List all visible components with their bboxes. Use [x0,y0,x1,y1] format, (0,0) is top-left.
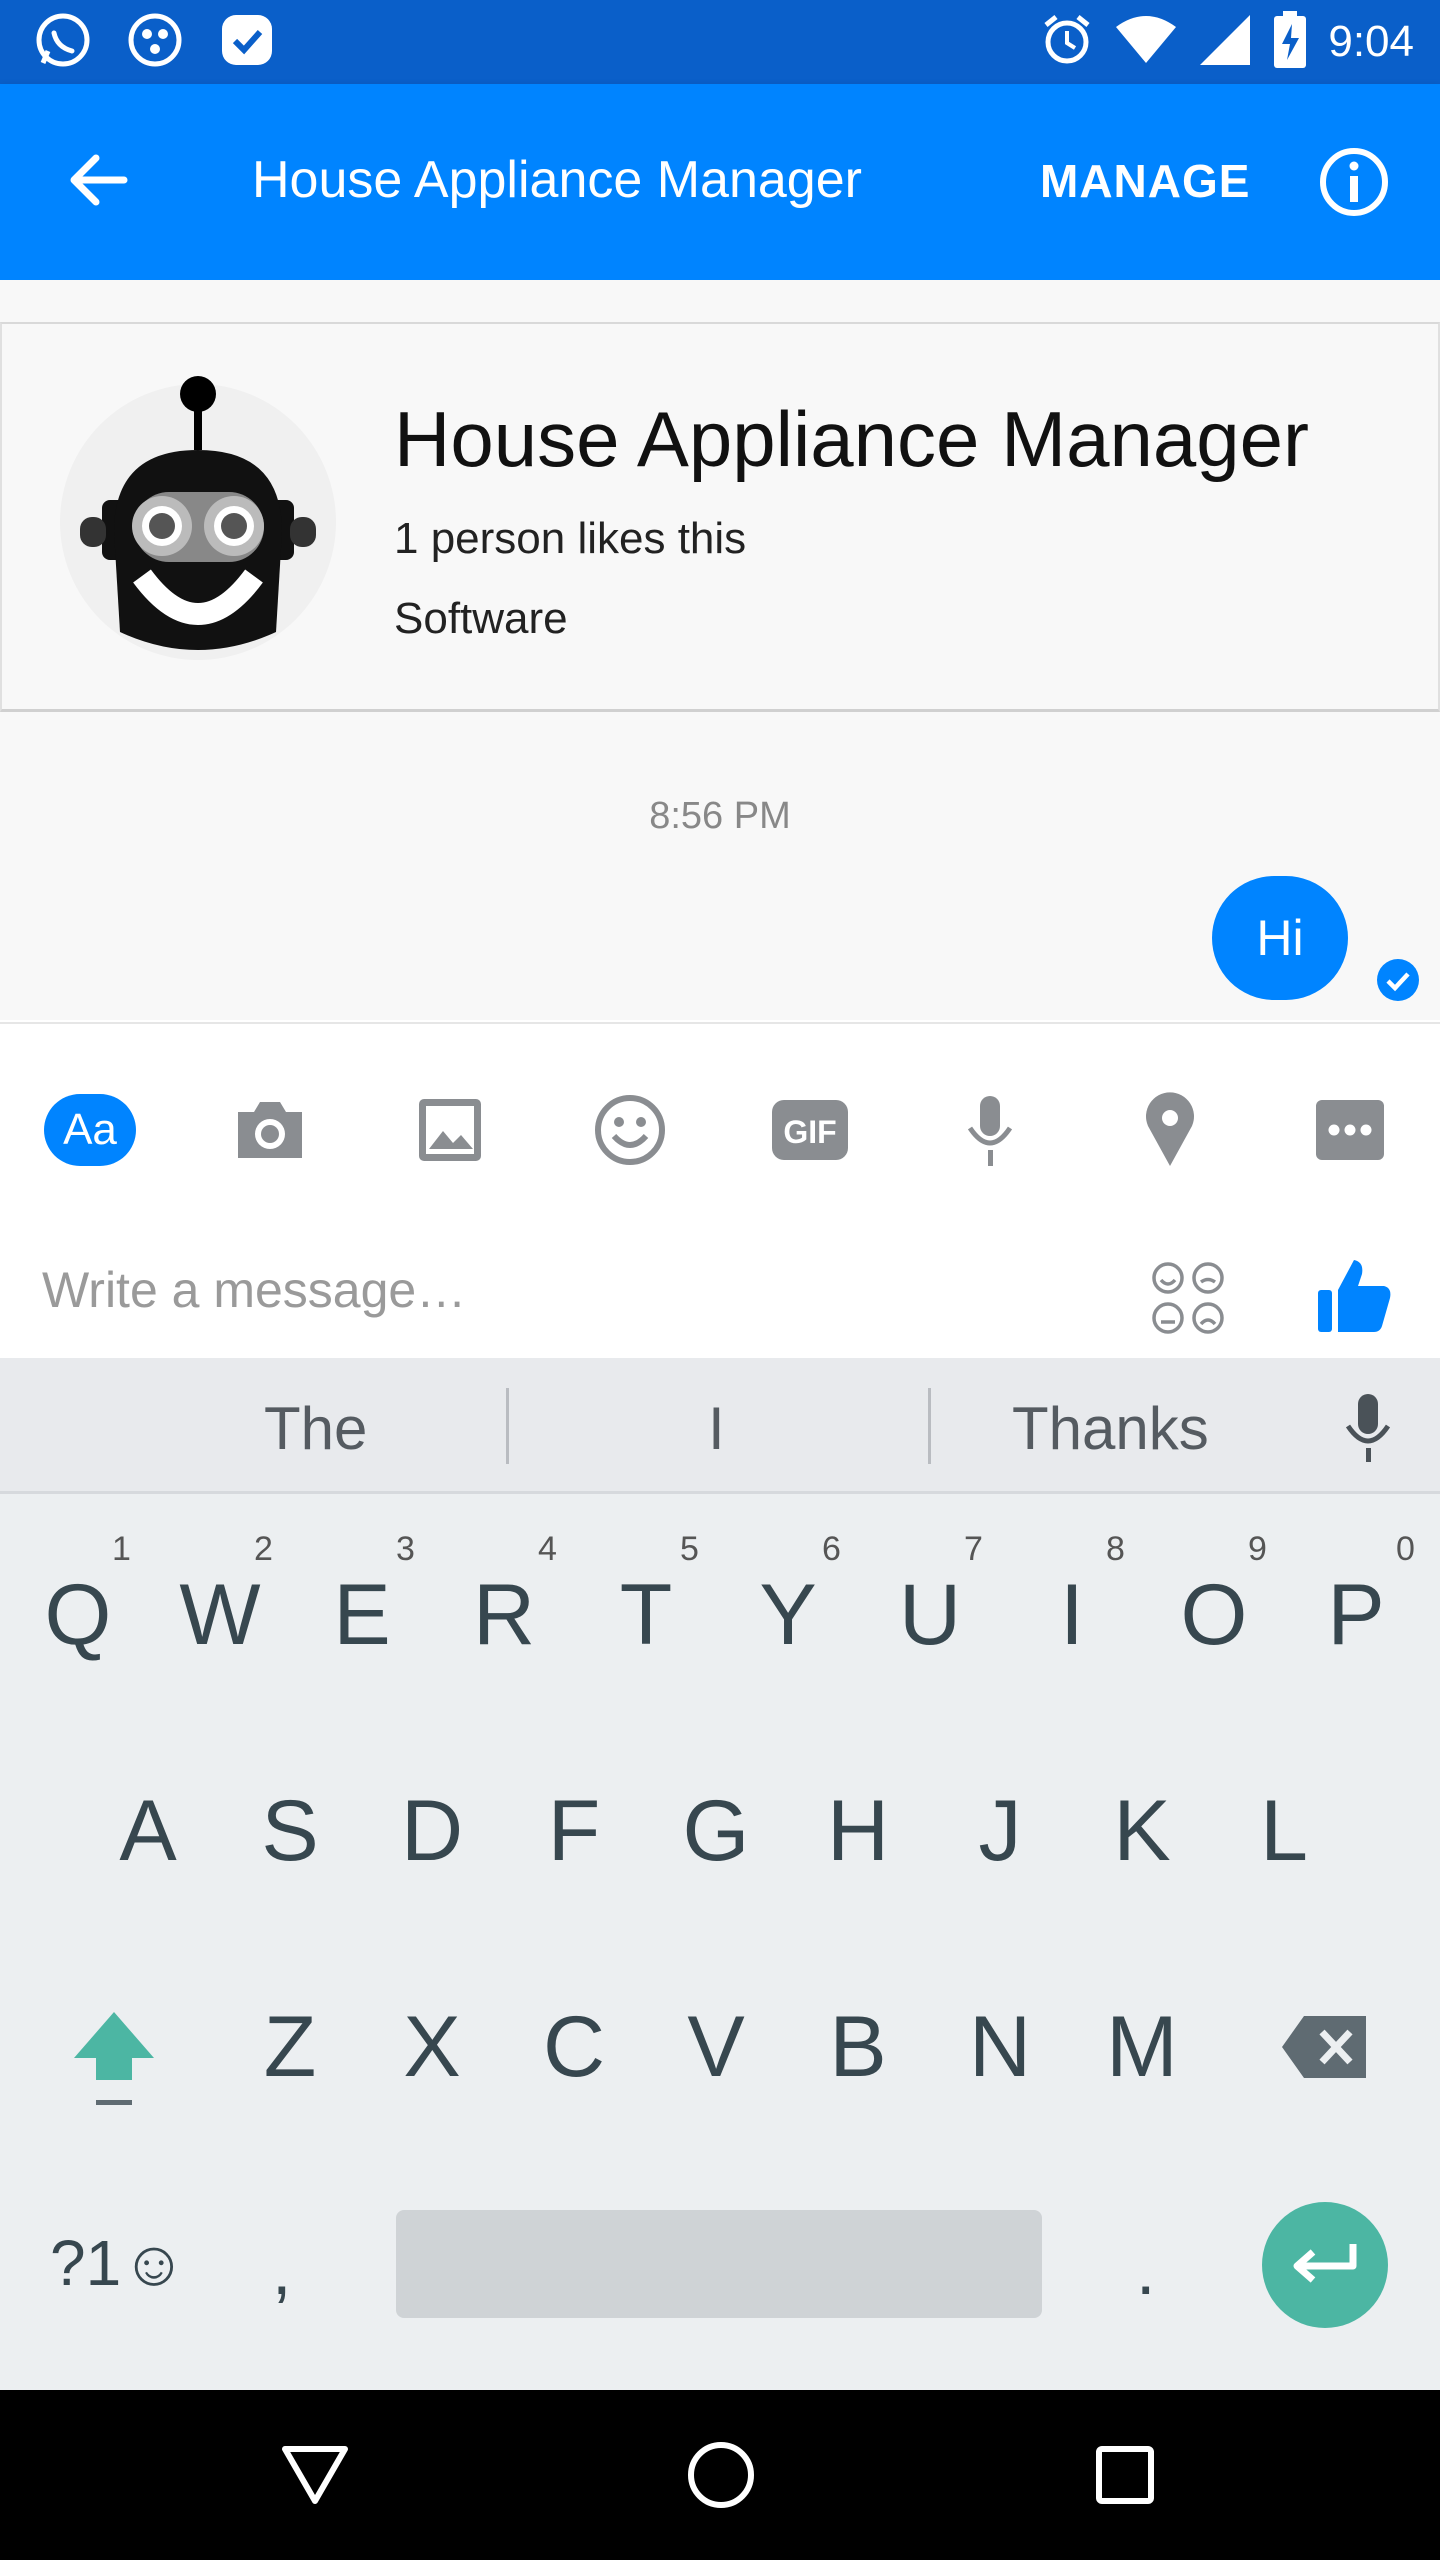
key-y[interactable]: Y [728,1566,848,1665]
message-timestamp: 8:56 PM [649,795,791,837]
divider [506,1388,509,1464]
recents-square-icon[interactable] [1080,2430,1170,2520]
emoji-icon[interactable] [582,1090,678,1170]
key-k[interactable]: K [1082,1782,1202,1881]
key-g[interactable]: G [656,1782,776,1881]
message-bubble[interactable]: Hi [1212,876,1348,1000]
key-o[interactable]: O [1154,1566,1274,1665]
key-w[interactable]: W [160,1566,280,1665]
key-x[interactable]: X [372,1998,492,2097]
key-a[interactable]: A [88,1782,208,1881]
aa-label: Aa [63,1105,117,1154]
conversation-area: House Appliance Manager 1 person likes t… [0,280,1440,1020]
key-u[interactable]: U [870,1566,990,1665]
symbols-key[interactable]: ?1☺ [50,2226,187,2300]
key-hint: 0 [1396,1530,1415,1568]
key-b[interactable]: B [798,1998,918,2097]
gif-label: GIF [783,1114,836,1150]
key-hint: 9 [1248,1530,1267,1568]
signal-icon [1198,13,1252,71]
backspace-icon[interactable] [1280,2014,1370,2084]
location-pin-icon[interactable] [1122,1090,1218,1170]
key-hint: 5 [680,1530,699,1568]
key-i[interactable]: I [1012,1566,1132,1665]
back-triangle-icon[interactable] [270,2430,360,2520]
page-info-card[interactable]: House Appliance Manager 1 person likes t… [0,322,1440,712]
tasks-app-icon [218,11,276,73]
key-z[interactable]: Z [230,1998,350,2097]
status-time: 9:04 [1328,17,1414,66]
key-hint: 1 [112,1530,131,1568]
app-bar-title: House Appliance Manager [252,151,862,209]
page-likes: 1 person likes this [394,514,747,563]
alarm-icon [1040,13,1094,71]
key-hint: 7 [964,1530,983,1568]
message-input-row [0,1220,1440,1360]
composer-toolbar: Aa GIF [0,1064,1440,1196]
space-bar[interactable] [396,2210,1042,2318]
gif-icon[interactable]: GIF [762,1090,858,1170]
home-circle-icon[interactable] [676,2430,766,2520]
period-key[interactable]: . [1136,2230,1155,2310]
enter-button[interactable] [1262,2202,1388,2328]
thumbs-up-icon[interactable] [1316,1256,1392,1340]
key-p[interactable]: P [1296,1566,1416,1665]
key-f[interactable]: F [514,1782,634,1881]
battery-charging-icon [1272,10,1308,74]
message-input[interactable] [42,1250,1092,1330]
key-n[interactable]: N [940,1998,1060,2097]
stickers-icon[interactable] [1150,1260,1226,1340]
shift-icon[interactable] [66,2006,162,2114]
key-c[interactable]: C [514,1998,634,2097]
key-m[interactable]: M [1082,1998,1202,2097]
key-hint: 4 [538,1530,557,1568]
aa-text-icon[interactable]: Aa [42,1090,138,1170]
more-icon[interactable] [1302,1090,1398,1170]
key-r[interactable]: R [444,1566,564,1665]
suggestion-strip: The I Thanks [0,1358,1440,1494]
image-icon[interactable] [402,1090,498,1170]
key-d[interactable]: D [372,1782,492,1881]
status-bar: 9:04 [0,0,1440,84]
key-hint: 3 [396,1530,415,1568]
whatsapp-icon [34,11,92,73]
page-name: House Appliance Manager [394,395,1309,483]
app-bar: House Appliance Manager MANAGE [0,84,1440,280]
voice-input-icon[interactable] [1340,1392,1396,1468]
page-category: Software [394,594,568,643]
suggestion-2[interactable]: I [708,1394,725,1463]
key-t[interactable]: T [586,1566,706,1665]
key-j[interactable]: J [940,1782,1060,1881]
network-app-icon [126,11,184,73]
composer: Aa GIF [0,1022,1440,1358]
wifi-icon [1114,15,1178,69]
key-l[interactable]: L [1224,1782,1344,1881]
key-e[interactable]: E [302,1566,422,1665]
key-s[interactable]: S [230,1782,350,1881]
arrow-left-icon[interactable] [64,146,132,218]
suggestion-3[interactable]: Thanks [1012,1394,1209,1463]
robot-avatar [58,372,338,662]
suggestion-1[interactable]: The [264,1394,367,1463]
key-q[interactable]: Q [18,1566,138,1665]
key-hint: 8 [1106,1530,1125,1568]
microphone-icon[interactable] [942,1090,1038,1170]
key-hint: 2 [254,1530,273,1568]
enter-icon [1293,2244,1357,2283]
key-v[interactable]: V [656,1998,776,2097]
camera-icon[interactable] [222,1090,318,1170]
key-h[interactable]: H [798,1782,918,1881]
info-icon[interactable] [1318,146,1390,222]
comma-key[interactable]: , [272,2230,291,2310]
key-hint: 6 [822,1530,841,1568]
keyboard: Q 1 W 2 E 3 R 4 T 5 Y 6 U 7 I 8 O 9 P 0 … [0,1494,1440,2390]
sent-check-icon [1376,958,1420,1006]
navigation-bar [0,2390,1440,2560]
manage-button[interactable]: MANAGE [1040,154,1250,208]
divider [928,1388,931,1464]
